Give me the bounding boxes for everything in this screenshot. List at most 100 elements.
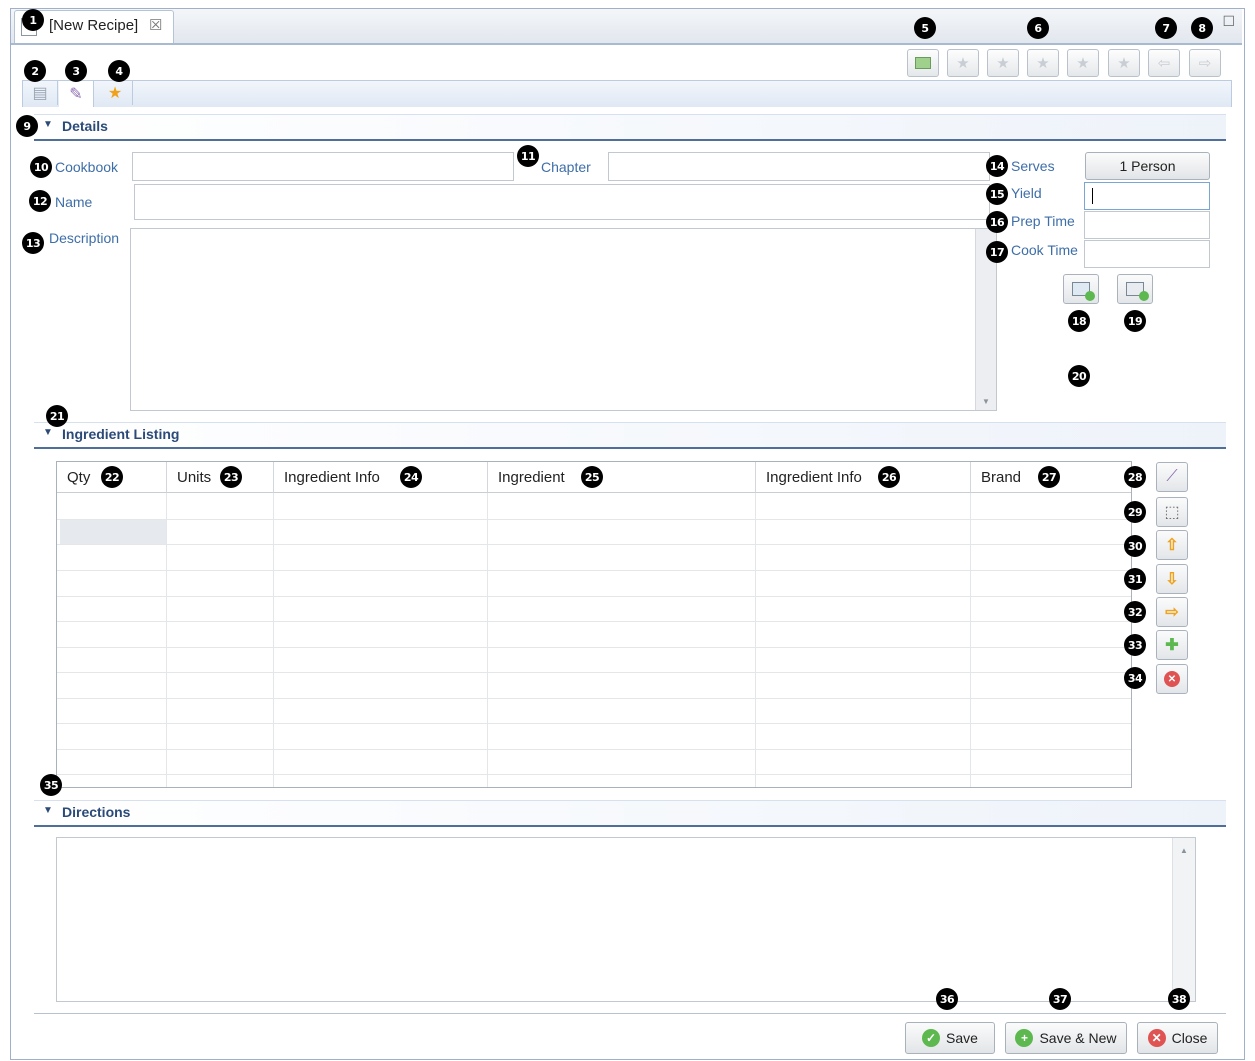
directions-scrollbar[interactable]: ▲: [1172, 838, 1195, 1001]
ingredient-section-header[interactable]: ▼ Ingredient Listing: [34, 422, 1226, 449]
callout-marker: 32: [1124, 601, 1146, 623]
cookbook-field[interactable]: [132, 152, 514, 181]
callout-marker: 3: [65, 60, 87, 82]
selected-cell[interactable]: [60, 520, 166, 544]
chapter-label: Chapter: [541, 159, 591, 175]
recipe-tab-title: [New Recipe]: [49, 17, 139, 34]
rating-star-5-button[interactable]: ★: [1108, 49, 1140, 77]
rating-star-2-button[interactable]: ★: [987, 49, 1019, 77]
save-label: Save: [946, 1030, 978, 1046]
directions-section-header[interactable]: ▼ Directions: [34, 800, 1226, 827]
callout-marker: 25: [581, 466, 603, 488]
cookbook-label: Cookbook: [55, 159, 119, 175]
rating-star-3-button[interactable]: ★: [1027, 49, 1059, 77]
chapter-field[interactable]: [608, 152, 990, 181]
callout-marker: 14: [986, 155, 1008, 177]
details-section-header[interactable]: ▼ Details: [34, 114, 1226, 141]
callout-marker: 24: [400, 466, 422, 488]
column-header-ingredient[interactable]: Ingredient: [488, 462, 756, 493]
directions-header-label: Directions: [62, 804, 131, 820]
magic-wand-button[interactable]: ⟋: [1156, 462, 1188, 492]
back-button[interactable]: ⇦: [1148, 49, 1180, 77]
callout-marker: 7: [1155, 17, 1177, 39]
callout-marker: 18: [1068, 310, 1090, 332]
serves-label: Serves: [1011, 158, 1055, 174]
close-tab-icon[interactable]: ☒: [149, 16, 162, 34]
export-button[interactable]: [907, 49, 939, 77]
maximize-icon[interactable]: ☐: [1222, 13, 1235, 30]
ingredient-table[interactable]: Qty Units Ingredient Info Ingredient Ing…: [56, 461, 1132, 788]
footer-divider: [34, 1013, 1226, 1014]
add-row-button[interactable]: ✚: [1156, 630, 1188, 660]
callout-marker: 23: [220, 466, 242, 488]
plus-icon: ✚: [1165, 637, 1179, 654]
save-button[interactable]: ✓ Save: [905, 1022, 995, 1054]
arrow-down-icon: ⇩: [1165, 571, 1179, 588]
column-header-ingredient-info[interactable]: Ingredient Info: [274, 462, 488, 493]
star-icon: ★: [107, 85, 123, 102]
name-field[interactable]: [134, 184, 990, 220]
callout-marker: 9: [16, 115, 38, 137]
callout-marker: 6: [1027, 17, 1049, 39]
callout-marker: 33: [1124, 634, 1146, 656]
cook-time-label: Cook Time: [1011, 242, 1078, 258]
callout-marker: 10: [30, 156, 52, 178]
list-icon: ▤: [32, 85, 48, 102]
move-up-button[interactable]: ⇧: [1156, 530, 1188, 560]
cook-time-field[interactable]: [1084, 240, 1210, 268]
directions-field[interactable]: ▲: [56, 837, 1196, 1002]
editor-tab-strip: [11, 9, 1242, 45]
callout-marker: 36: [936, 988, 958, 1010]
yield-field[interactable]: [1084, 182, 1210, 210]
star-icon: ★: [996, 55, 1010, 72]
arrow-right-icon: ⇨: [1165, 604, 1179, 621]
callout-marker: 8: [1191, 17, 1213, 39]
move-down-button[interactable]: ⇩: [1156, 564, 1188, 594]
text-cursor: [1092, 188, 1093, 204]
select-icon: ⬚: [1164, 504, 1180, 521]
star-icon: ★: [956, 55, 970, 72]
callout-marker: 26: [878, 466, 900, 488]
callout-marker: 20: [1068, 365, 1090, 387]
callout-marker: 12: [29, 190, 51, 212]
arrow-right-icon: ⇨: [1198, 55, 1212, 72]
delete-icon: ✕: [1164, 671, 1180, 687]
callout-marker: 5: [914, 17, 936, 39]
star-icon: ★: [1117, 55, 1131, 72]
rating-star-1-button[interactable]: ★: [947, 49, 979, 77]
view-tab-bar: [22, 80, 1232, 107]
close-button[interactable]: ✕ Close: [1137, 1022, 1218, 1054]
tab-favorites[interactable]: ★: [98, 81, 133, 105]
scroll-down-icon[interactable]: ▼: [982, 397, 990, 406]
forward-button[interactable]: ⇨: [1189, 49, 1221, 77]
column-header-ingredient-info-2[interactable]: Ingredient Info: [756, 462, 971, 493]
collapse-triangle-icon: ▼: [43, 427, 53, 438]
callout-marker: 37: [1049, 988, 1071, 1010]
collapse-triangle-icon: ▼: [43, 119, 53, 130]
tab-edit[interactable]: ✎: [59, 81, 94, 107]
scroll-up-icon[interactable]: ▲: [1180, 846, 1188, 855]
select-all-button[interactable]: ⬚: [1156, 497, 1188, 527]
callout-marker: 15: [986, 183, 1008, 205]
add-video-button[interactable]: [1117, 274, 1153, 304]
prep-time-field[interactable]: [1084, 211, 1210, 239]
indent-button[interactable]: ⇨: [1156, 597, 1188, 627]
description-field[interactable]: ▼: [130, 228, 997, 411]
add-image-button[interactable]: [1063, 274, 1099, 304]
add-video-icon: [1126, 282, 1149, 301]
collapse-triangle-icon: ▼: [43, 805, 53, 816]
close-icon: ✕: [1147, 1029, 1166, 1047]
serves-button[interactable]: 1 Person: [1085, 152, 1210, 180]
export-icon: [915, 57, 931, 69]
name-label: Name: [55, 194, 93, 210]
rating-star-4-button[interactable]: ★: [1067, 49, 1099, 77]
save-new-label: Save & New: [1039, 1030, 1117, 1046]
details-header-label: Details: [62, 118, 108, 134]
callout-marker: 35: [40, 774, 62, 796]
delete-row-button[interactable]: ✕: [1156, 664, 1188, 694]
callout-marker: 22: [101, 466, 123, 488]
callout-marker: 4: [108, 60, 130, 82]
save-and-new-button[interactable]: + Save & New: [1005, 1022, 1127, 1054]
tab-overview[interactable]: ▤: [23, 81, 58, 105]
callout-marker: 19: [1124, 310, 1146, 332]
